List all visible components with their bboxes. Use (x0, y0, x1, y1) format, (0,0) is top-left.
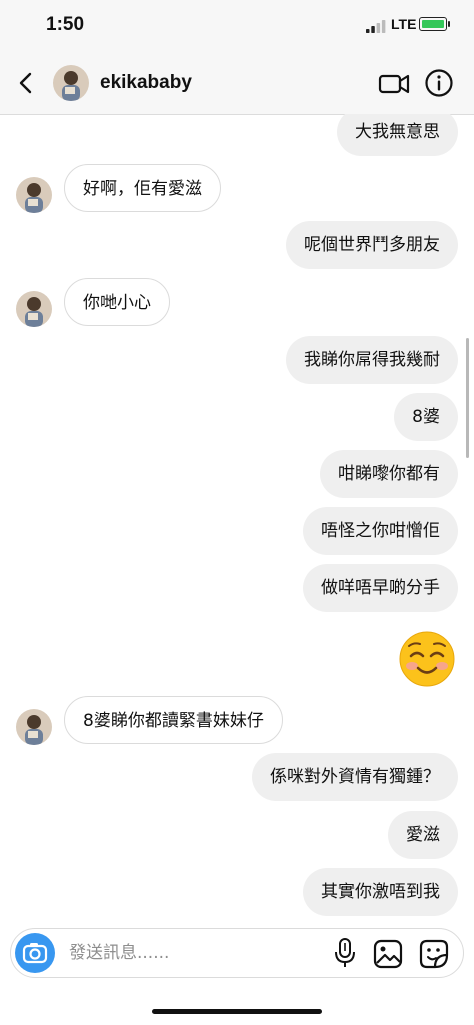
home-indicator[interactable] (152, 1009, 322, 1014)
message-outgoing: 愛滋 (388, 811, 458, 859)
message-bubble[interactable]: 其實你激唔到我 (303, 868, 458, 916)
message-bubble[interactable]: 好啊，佢有愛滋 (64, 164, 221, 212)
message-outgoing: 8婆 (394, 393, 458, 441)
message-composer (10, 928, 464, 978)
message-incoming: 8婆睇你都讀緊書妹妹仔 (64, 696, 283, 744)
message-outgoing: 做咩唔早啲分手 (303, 564, 458, 612)
message-bubble[interactable]: 呢個世界鬥多朋友 (286, 221, 458, 269)
message-outgoing: 其實你激唔到我 (303, 868, 458, 916)
signal-icon (366, 20, 386, 33)
info-icon[interactable] (424, 68, 454, 98)
avatar[interactable] (16, 177, 52, 213)
video-call-icon[interactable] (378, 70, 410, 98)
chat-header: ekikababy (0, 56, 474, 115)
message-bubble[interactable]: 我睇你屌得我幾耐 (286, 336, 458, 384)
avatar[interactable] (16, 709, 52, 745)
message-outgoing: 唔怪之你咁憎佢 (303, 507, 458, 555)
status-time: 1:50 (46, 14, 85, 35)
message-bubble[interactable]: 咁睇嚟你都有 (320, 450, 458, 498)
message-bubble[interactable]: 係咪對外資情有獨鍾？ (252, 753, 458, 801)
message-outgoing: 係咪對外資情有獨鍾？ (252, 753, 458, 801)
smiling-face-icon[interactable] (398, 630, 456, 688)
avatar[interactable] (16, 291, 52, 327)
gallery-icon[interactable] (373, 939, 403, 969)
message-bubble[interactable]: 大我無意思 (337, 114, 458, 156)
message-outgoing: 大我無意思 (337, 114, 458, 156)
message-bubble[interactable]: 你哋小心 (64, 278, 170, 326)
message-bubble[interactable]: 愛滋 (388, 811, 458, 859)
message-incoming: 好啊，佢有愛滋 (64, 164, 221, 212)
message-bubble[interactable]: 唔怪之你咁憎佢 (303, 507, 458, 555)
message-incoming: 你哋小心 (64, 278, 170, 326)
network-label: LTE (391, 16, 417, 32)
battery-icon (419, 17, 447, 31)
status-bar: 1:50 LTE (0, 0, 474, 56)
microphone-icon[interactable] (333, 937, 357, 969)
message-outgoing: 呢個世界鬥多朋友 (286, 221, 458, 269)
camera-icon (22, 943, 48, 964)
battery-cap (448, 21, 450, 27)
scrollbar[interactable] (466, 338, 469, 458)
camera-button[interactable] (15, 933, 55, 973)
message-bubble[interactable]: 8婆 (394, 393, 458, 441)
message-outgoing: 我睇你屌得我幾耐 (286, 336, 458, 384)
sticker-icon[interactable] (419, 939, 449, 969)
message-outgoing: 咁睇嚟你都有 (320, 450, 458, 498)
message-bubble[interactable]: 做咩唔早啲分手 (303, 564, 458, 612)
message-list[interactable]: 大我無意思 好啊，佢有愛滋 呢個世界鬥多朋友 你哋小心 我睇你屌得我幾耐 8婆 … (0, 114, 474, 924)
message-input[interactable] (69, 941, 269, 965)
back-arrow-icon[interactable] (12, 68, 42, 98)
chat-username[interactable]: ekikababy (100, 72, 192, 94)
avatar[interactable] (53, 65, 89, 101)
message-bubble[interactable]: 8婆睇你都讀緊書妹妹仔 (64, 696, 283, 744)
